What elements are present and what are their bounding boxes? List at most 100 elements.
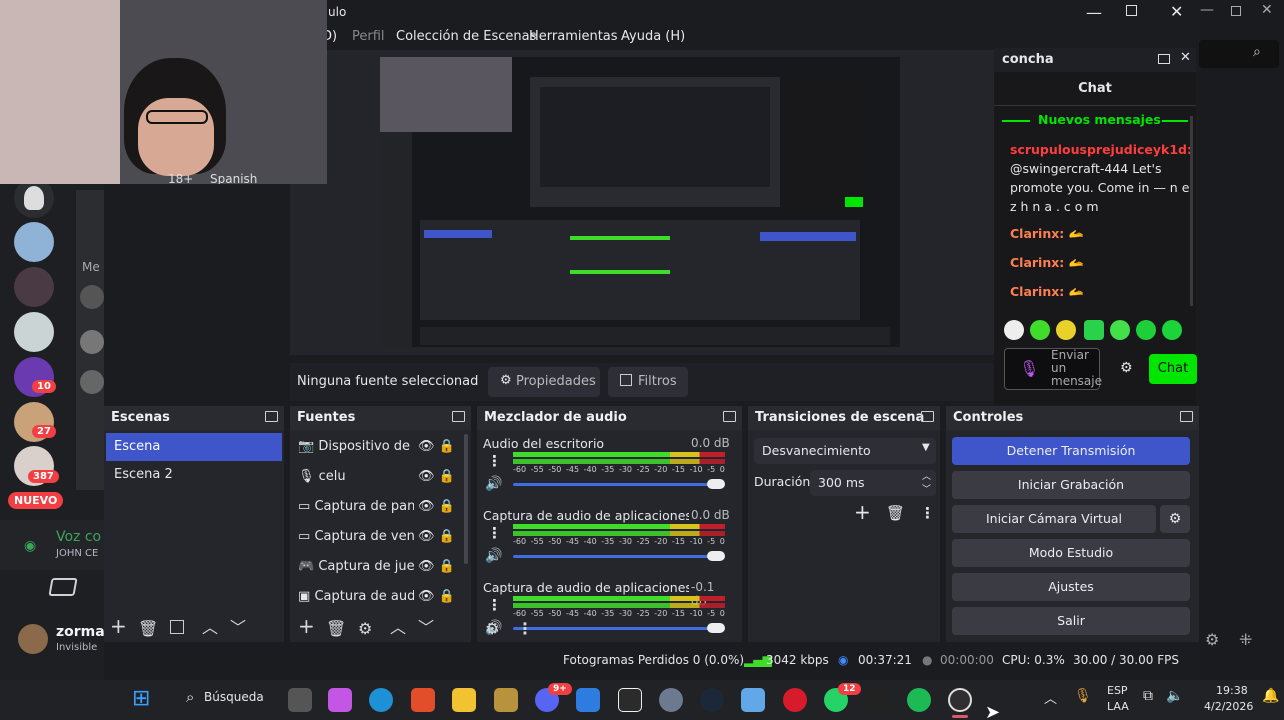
menu-item-perfil[interactable]: Perfil [352,29,385,44]
maximize-button[interactable] [1231,6,1241,16]
mic-icon[interactable]: 🎙 [1019,359,1039,378]
program-preview[interactable] [290,50,996,355]
network-icon[interactable]: ⧉ [1143,688,1153,704]
transition-select[interactable]: Desvanecimiento ▼ [754,438,936,464]
trash-icon[interactable]: 🗑 [326,619,346,638]
clock-date[interactable]: 4/2/2026 [1204,700,1253,713]
emote-icon[interactable] [1084,320,1104,340]
search-box[interactable]: ⌕ [1199,40,1279,68]
emote-icon[interactable] [1136,320,1156,340]
trash-icon[interactable]: 🗑 [886,504,905,522]
menu-item-herramientas[interactable]: Herramientas [529,29,618,44]
scene-item[interactable]: Escena [106,433,282,461]
menu-item-ayuda[interactable]: Ayuda (H) [621,29,685,44]
chevron-up-icon[interactable]: ︿ [1044,688,1057,707]
settings-button[interactable]: Ajustes [952,573,1190,601]
chevron-up-icon[interactable]: ︿ [390,614,406,638]
chevron-down-icon[interactable]: ﹀ [418,614,434,638]
taskbar-search[interactable]: ⌕ Búsqueda [172,686,272,712]
close-button[interactable]: ✕ [1261,2,1273,18]
mic-in-use-icon[interactable]: 🎙 [1074,688,1092,704]
chat-username[interactable]: Clarinx: [1010,284,1064,299]
windows-start-icon[interactable]: ⊞ [132,686,150,711]
menu-item-colecciones[interactable]: Colección de Escenas [396,29,536,44]
undock-icon[interactable] [723,411,736,422]
epic-games-icon[interactable] [618,688,642,712]
more-icon[interactable]: ⋮ [487,452,502,470]
chevron-up-icon[interactable]: ︿ [202,614,218,638]
settings-app-icon[interactable] [659,688,683,712]
more-icon[interactable]: ⋮ [487,596,502,614]
language-label[interactable]: ESP [1107,684,1128,697]
emote-icon[interactable] [1004,320,1024,340]
close-icon[interactable]: ✕ [1180,50,1191,65]
chat-send-button[interactable]: Chat [1149,354,1197,384]
gear-icon[interactable]: ⚙ [485,619,499,638]
keyboard-layout-label[interactable]: LAA [1107,700,1129,713]
server-icon[interactable] [14,267,54,307]
undock-icon[interactable] [265,411,278,422]
app-icon[interactable] [866,688,890,712]
volume-slider-track[interactable] [513,627,725,630]
file-explorer-icon[interactable] [452,688,476,712]
more-icon[interactable]: ⋮ [517,619,533,638]
eye-icon[interactable]: 👁 🔒 [414,432,455,462]
more-icon[interactable]: ⋮ [487,524,502,542]
source-item[interactable]: 🎙 celu 👁 🔒 [298,462,460,492]
undock-icon[interactable] [1158,54,1170,64]
scene-item[interactable]: Escena 2 [106,461,282,489]
source-item[interactable]: 📷 Dispositivo de c 👁 🔒 [298,432,460,462]
obs-icon[interactable] [948,688,972,712]
server-icon[interactable] [14,222,54,262]
emote-icon[interactable] [1110,320,1130,340]
source-item[interactable]: ▭ Captura de pant 👁 🔒 [298,492,460,522]
stop-stream-button[interactable]: Detener Transmisión [952,437,1190,465]
chevron-down-icon[interactable]: ﹀ [230,614,246,638]
gear-icon[interactable]: ⚙ [1120,360,1133,376]
member-avatar[interactable] [80,285,104,309]
clock-time[interactable]: 19:38 [1216,684,1248,697]
server-icon[interactable] [14,178,54,218]
grid-icon[interactable]: ⁜ [1239,630,1252,649]
steam-icon[interactable] [700,688,724,712]
volume-slider-handle[interactable] [707,479,725,489]
speaker-icon[interactable]: 🔊 [485,548,502,564]
emote-icon[interactable] [1056,320,1076,340]
stepper-up-icon[interactable]: ︿ [922,469,931,482]
stepper-down-icon[interactable]: ﹀ [922,482,931,495]
trash-icon[interactable]: 🗑 [138,619,158,638]
avatar[interactable] [18,624,48,654]
store-icon[interactable] [576,688,600,712]
server-icon[interactable] [14,312,54,352]
task-view-icon[interactable] [288,688,312,712]
scrollbar[interactable] [464,434,468,564]
chat-input[interactable]: 🎙 Enviar un mensaje [1004,348,1102,390]
undock-icon[interactable] [452,411,465,422]
undock-icon[interactable] [1180,411,1193,422]
virtual-camera-button[interactable]: Iniciar Cámara Virtual [952,505,1156,533]
close-button[interactable]: ✕ [1170,2,1183,21]
emote-icon[interactable] [1162,320,1182,340]
properties-button[interactable]: ⚙ Propiedades [488,367,600,397]
eye-icon[interactable]: 👁 🔒 [414,522,455,552]
add-icon[interactable]: + [854,500,871,524]
notification-bell-icon[interactable]: 🔔 [1262,688,1279,704]
source-item[interactable]: ▣ Captura de audi 👁 🔒 [298,582,460,612]
undock-icon[interactable] [921,411,934,422]
minimize-button[interactable]: — [1200,2,1214,18]
opera-gx-icon[interactable] [783,688,807,712]
source-item[interactable]: ▭ Captura de vent 👁 🔒 [298,522,460,552]
eye-icon[interactable]: 👁 🔒 [414,552,455,582]
app-icon[interactable] [741,688,765,712]
more-icon[interactable]: ⋮ [920,504,935,522]
copilot-icon[interactable] [328,688,352,712]
volume-slider-handle[interactable] [707,551,725,561]
game-icon[interactable] [494,688,518,712]
start-recording-button[interactable]: Iniciar Grabación [952,471,1190,499]
virtual-camera-settings-icon[interactable]: ⚙ [1160,505,1190,533]
member-avatar[interactable] [80,330,104,354]
edge-icon[interactable] [369,688,393,712]
chat-scrollbar[interactable] [1190,116,1193,306]
speaker-icon[interactable]: 🔊 [485,476,502,492]
chat-username[interactable]: Clarinx: [1010,226,1064,241]
